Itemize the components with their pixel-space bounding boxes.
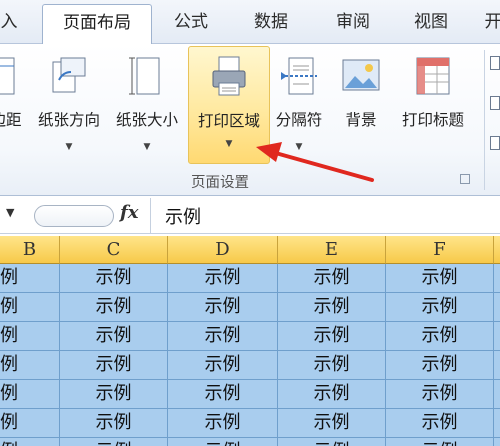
tab-data[interactable]: 数据 (240, 4, 302, 44)
grid-cell[interactable]: 示例 (168, 322, 278, 351)
grid-cell[interactable]: 示例 (0, 293, 60, 322)
paper-size-dropdown-icon: ▼ (143, 142, 151, 152)
grid-cell[interactable]: 示例 (60, 409, 168, 438)
orientation-icon (52, 57, 86, 93)
ribbon-tab-bar: 入 页面布局 公式 数据 审阅 视图 开 (0, 0, 500, 45)
print-area-label: 打印区域 (197, 112, 260, 130)
breaks-button[interactable]: 分隔符 ▼ (270, 46, 328, 174)
breaks-label: 分隔符 (275, 111, 323, 129)
column-header-c[interactable]: C (60, 236, 168, 264)
tab-review[interactable]: 审阅 (322, 4, 384, 44)
grid-cell[interactable]: 示例 (0, 409, 60, 438)
grid-cell[interactable]: 示例 (0, 380, 60, 409)
grid-cell[interactable]: 示例 (386, 293, 494, 322)
breaks-dropdown-icon: ▼ (295, 142, 303, 152)
orientation-button[interactable]: 纸张方向 ▼ (32, 46, 106, 174)
column-header-f[interactable]: F (386, 236, 494, 264)
tab-formulas[interactable]: 公式 (160, 4, 222, 44)
print-area-icon (212, 56, 246, 96)
grid-cell[interactable]: 示 (494, 380, 500, 409)
paper-size-button[interactable]: 纸张大小 ▼ (110, 46, 184, 174)
grid-cell[interactable]: 示 (494, 293, 500, 322)
orientation-label: 纸张方向 (37, 111, 100, 129)
grid-cell[interactable]: 示例 (386, 438, 494, 446)
grid-cell[interactable]: 示例 (386, 264, 494, 293)
grid-cell[interactable]: 示 (494, 409, 500, 438)
print-area-dropdown-icon: ▼ (225, 139, 233, 149)
grid-cell[interactable]: 示例 (0, 264, 60, 293)
grid-cell[interactable]: 示例 (168, 293, 278, 322)
formula-bar: ▼ fx 示例 (0, 198, 500, 234)
grid-cell[interactable]: 示例 (0, 322, 60, 351)
grid-cell[interactable]: 示例 (278, 293, 386, 322)
ribbon-page-setup: 边距 纸张方向 ▼ 纸张大小 ▼ 打印区域 ▼ (0, 44, 500, 196)
grid-cell[interactable]: 示例 (278, 438, 386, 446)
grid-cell[interactable]: 示例 (168, 351, 278, 380)
tab-insert[interactable]: 入 (0, 4, 24, 44)
margins-label: 边距 (0, 111, 22, 129)
grid-cell[interactable]: 示例 (278, 380, 386, 409)
background-button[interactable]: 背景 (332, 46, 390, 174)
margins-icon (0, 57, 15, 95)
print-titles-icon (416, 57, 450, 95)
grid-cell[interactable]: 示例 (386, 380, 494, 409)
page-setup-group-label: 页面设置 (191, 175, 249, 191)
breaks-icon (281, 57, 317, 95)
tab-view[interactable]: 视图 (400, 4, 462, 44)
grid-cell[interactable]: 示例 (278, 322, 386, 351)
grid-cell[interactable]: 示 (494, 264, 500, 293)
grid-cell[interactable]: 示例 (0, 351, 60, 380)
name-box-resize-handle[interactable] (34, 205, 114, 227)
background-label: 背景 (345, 111, 377, 129)
grid-cell[interactable]: 示例 (386, 351, 494, 380)
column-header-d[interactable]: D (168, 236, 278, 264)
grid-cell[interactable]: 示例 (278, 264, 386, 293)
tab-developer[interactable]: 开 (478, 4, 500, 44)
print-area-button[interactable]: 打印区域 ▼ (188, 46, 270, 164)
height-icon[interactable] (490, 96, 500, 110)
print-titles-button[interactable]: 打印标题 (394, 46, 472, 174)
column-header-b[interactable]: B (0, 236, 60, 264)
grid-cell[interactable]: 示例 (60, 351, 168, 380)
grid-cell[interactable]: 示例 (60, 380, 168, 409)
paper-size-label: 纸张大小 (115, 111, 178, 129)
grid-cell[interactable]: 示例 (278, 351, 386, 380)
grid-cell[interactable]: 示例 (386, 409, 494, 438)
grid-cell[interactable]: 示例 (278, 409, 386, 438)
background-icon (342, 59, 380, 91)
margins-button[interactable]: 边距 (0, 46, 24, 174)
width-icon[interactable] (490, 56, 500, 70)
orientation-dropdown-icon: ▼ (65, 142, 73, 152)
grid-cell[interactable]: 示例 (60, 293, 168, 322)
column-header-e[interactable]: E (278, 236, 386, 264)
grid-cell[interactable]: 示例 (60, 264, 168, 293)
grid-cell[interactable]: 示例 (168, 380, 278, 409)
column-header-g[interactable]: G (494, 236, 500, 264)
grid-cell[interactable]: 示例 (168, 264, 278, 293)
formula-input[interactable]: 示例 (165, 203, 201, 229)
grid-cell[interactable]: 示例 (168, 409, 278, 438)
formula-divider (150, 198, 151, 234)
tab-page-layout[interactable]: 页面布局 (42, 4, 152, 45)
grid-cell[interactable]: 示例 (168, 438, 278, 446)
grid-cell[interactable]: 示 (494, 322, 500, 351)
grid-cell[interactable]: 示例 (60, 438, 168, 446)
insert-function-icon[interactable]: fx (120, 202, 138, 223)
name-box-dropdown-icon[interactable]: ▼ (6, 206, 14, 219)
grid-cell[interactable]: 示 (494, 351, 500, 380)
grid-cell[interactable]: 示例 (0, 438, 60, 446)
scale-icon[interactable] (490, 136, 500, 150)
grid-cell[interactable]: 示例 (60, 322, 168, 351)
group-separator (484, 50, 485, 190)
grid-cell[interactable]: 示 (494, 438, 500, 446)
dialog-launcher-icon[interactable] (460, 174, 470, 184)
paper-size-icon (129, 57, 160, 95)
print-titles-label: 打印标题 (401, 111, 464, 129)
grid-cell[interactable]: 示例 (386, 322, 494, 351)
